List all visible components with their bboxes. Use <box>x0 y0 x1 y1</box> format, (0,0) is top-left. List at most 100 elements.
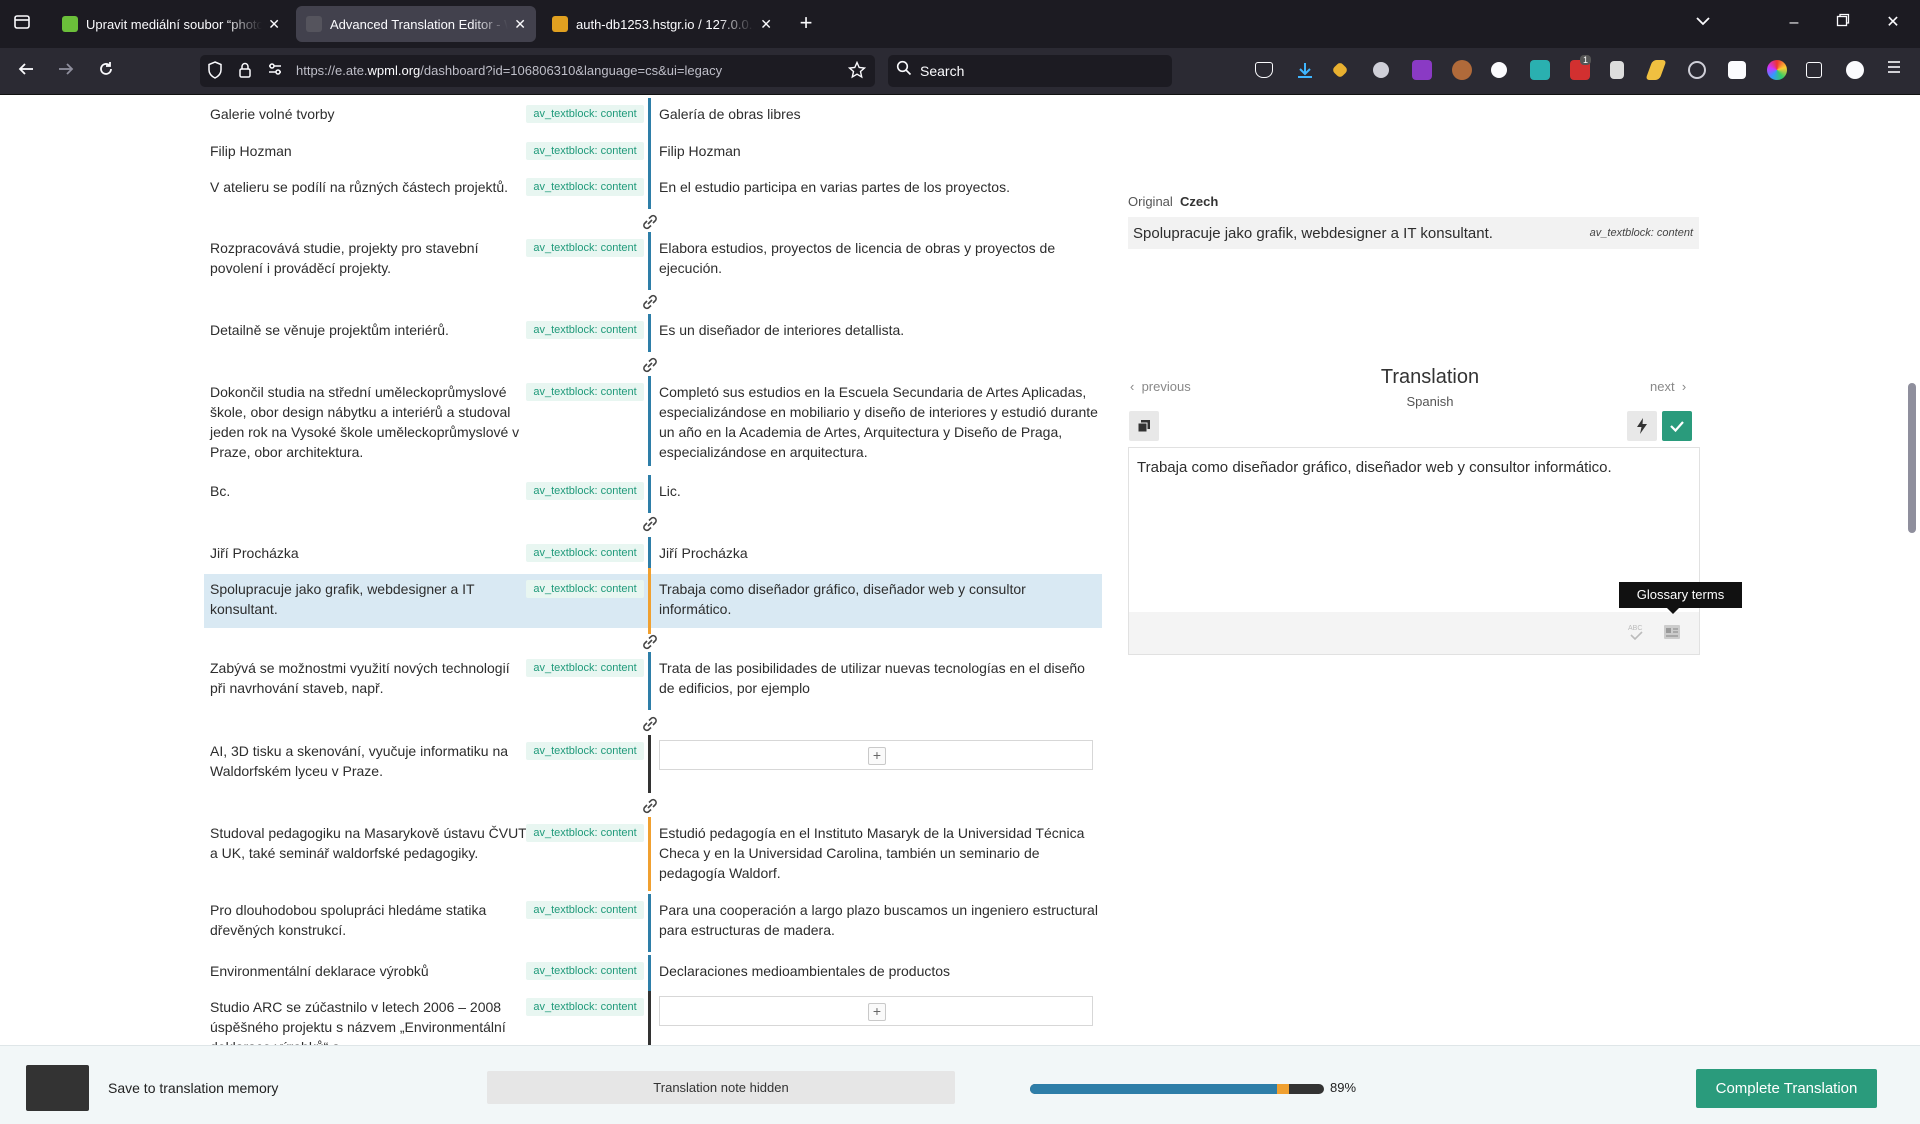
list-all-tabs-icon[interactable] <box>1692 13 1714 35</box>
merge-link-icon[interactable] <box>638 290 662 314</box>
url-bar[interactable]: https://e.ate.wpml.org/dashboard?id=1068… <box>200 55 875 87</box>
merge-link-icon[interactable] <box>638 210 662 234</box>
target-text[interactable]: Elabora estudios, proyectos de licencia … <box>659 238 1099 278</box>
onenote-extension-icon[interactable] <box>1412 60 1432 80</box>
color-wheel-extension-icon[interactable] <box>1767 60 1787 80</box>
browser-tab-media[interactable]: Upravit mediální soubor “photo-15 ✕ <box>52 6 290 42</box>
merge-link-icon[interactable] <box>638 712 662 736</box>
browser-tab-db[interactable]: auth-db1253.hstgr.io / 127.0.0.1 / u ✕ <box>542 6 782 42</box>
confirm-segment-button[interactable] <box>1662 411 1692 441</box>
new-tab-icon[interactable]: + <box>795 12 817 35</box>
account-icon[interactable] <box>1846 61 1864 79</box>
scrollbar-track[interactable] <box>1906 95 1920 1045</box>
scrollbar-thumb[interactable] <box>1908 383 1916 533</box>
target-text[interactable]: Jiří Procházka <box>659 543 1099 563</box>
source-text: V atelieru se podílí na různých částech … <box>210 179 509 195</box>
segment-row[interactable]: AI, 3D tisku a skenování, vyučuje inform… <box>204 735 1102 793</box>
segment-tag: av_textblock: content <box>526 659 644 677</box>
segment-row[interactable]: Bc. av_textblock: content Lic. <box>204 475 1102 513</box>
target-text[interactable]: Trabaja como diseñador gráfico, diseñado… <box>659 579 1099 619</box>
wpml-favicon-icon <box>306 16 322 32</box>
permissions-icon[interactable] <box>264 61 286 83</box>
minimize-icon[interactable]: – <box>1783 13 1805 35</box>
empty-translation-box[interactable]: + <box>659 740 1093 770</box>
menu-icon[interactable] <box>1883 59 1905 81</box>
empty-translation-box[interactable]: + <box>659 996 1093 1026</box>
target-text[interactable]: Para una cooperación a largo plazo busca… <box>659 900 1099 940</box>
translation-input-text[interactable]: Trabaja como diseñador gráfico, diseñado… <box>1137 459 1612 476</box>
translation-note-button[interactable]: Translation note hidden <box>487 1071 955 1104</box>
search-bar[interactable]: Search <box>888 55 1172 87</box>
segment-row[interactable]: Galerie volné tvorby av_textblock: conten… <box>204 98 1102 136</box>
h-extension-icon[interactable] <box>1728 61 1746 79</box>
close-icon[interactable]: ✕ <box>514 16 526 33</box>
segment-row[interactable]: V atelieru se podílí na různých částech … <box>204 171 1102 209</box>
copy-icon <box>1137 420 1150 433</box>
machine-translate-button[interactable] <box>1627 411 1657 441</box>
segment-row[interactable]: Detailně se věnuje projektům interiérů. a… <box>204 314 1102 352</box>
segment-row[interactable]: Rozpracovává studie, projekty pro staveb… <box>204 232 1102 290</box>
segment-row[interactable]: Studoval pedagogiku na Masarykově ústavu… <box>204 817 1102 891</box>
add-icon[interactable]: + <box>868 1003 886 1021</box>
save-extension-icon[interactable] <box>1530 60 1550 80</box>
spellcheck-icon[interactable]: ABC <box>1626 622 1646 642</box>
segment-row[interactable]: Environmentální deklarace výrobků av_text… <box>204 955 1102 993</box>
segment-row[interactable]: Jiří Procházka av_textblock: content Jiří … <box>204 537 1102 575</box>
gear-extension-icon[interactable] <box>1373 62 1389 78</box>
merge-link-icon[interactable] <box>638 630 662 654</box>
browser-tab-ate[interactable]: Advanced Translation Editor - WPML ✕ <box>296 6 536 42</box>
color-picker-extension-icon[interactable] <box>1452 60 1472 80</box>
extension-badge: 1 <box>1580 55 1592 65</box>
segment-row[interactable]: Dokončil studia na střední uměleckoprůmy… <box>204 376 1102 466</box>
extensions-puzzle-icon[interactable] <box>1806 62 1822 78</box>
chevron-right-icon: › <box>1681 379 1687 394</box>
target-text[interactable]: Filip Hozman <box>659 141 1099 161</box>
merge-link-icon[interactable] <box>638 353 662 377</box>
target-text[interactable]: Lic. <box>659 481 1099 501</box>
next-button[interactable]: next › <box>1650 379 1686 394</box>
back-icon[interactable] <box>15 60 37 82</box>
segment-row[interactable]: Filip Hozman av_textblock: content Filip H… <box>204 135 1102 173</box>
segment-row[interactable]: Spolupracuje jako grafik, webdesigner a … <box>204 568 1102 634</box>
download-icon[interactable] <box>1295 60 1315 80</box>
glossary-icon[interactable] <box>1662 622 1682 642</box>
tab-overview-icon[interactable] <box>11 13 33 35</box>
target-text[interactable]: Estudió pedagogía en el Instituto Masary… <box>659 823 1099 883</box>
translation-memory-toggle[interactable] <box>26 1065 89 1111</box>
restore-icon[interactable] <box>1832 13 1854 35</box>
complete-translation-button[interactable]: Complete Translation <box>1696 1069 1877 1108</box>
close-window-icon[interactable]: ✕ <box>1882 13 1904 35</box>
target-text[interactable]: Es un diseñador de interiores detallista… <box>659 320 1099 340</box>
merge-link-icon[interactable] <box>638 794 662 818</box>
pocket-icon[interactable] <box>1255 62 1273 78</box>
shield-icon[interactable] <box>204 61 226 83</box>
bitwarden-extension-icon[interactable] <box>1491 62 1507 78</box>
bookmark-star-icon[interactable] <box>846 60 868 83</box>
tab-title: auth-db1253.hstgr.io / 127.0.0.1 / u <box>576 16 755 32</box>
url-text[interactable]: https://e.ate.wpml.org/dashboard?id=1068… <box>296 63 722 78</box>
next-label: next <box>1650 379 1675 394</box>
reload-icon[interactable] <box>95 60 117 82</box>
translation-editor[interactable]: Trabaja como diseñador gráfico, diseñado… <box>1128 447 1700 614</box>
target-text[interactable]: Completó sus estudios en la Escuela Secu… <box>659 382 1099 462</box>
progress-fill <box>1030 1084 1277 1094</box>
target-text[interactable]: Declaraciones medioambientales de produc… <box>659 961 1099 981</box>
lock-icon[interactable] <box>234 61 256 83</box>
power-extension-icon[interactable] <box>1688 61 1706 79</box>
segment-row[interactable]: Pro dlouhodobou spolupráci hledáme stati… <box>204 894 1102 952</box>
previous-button[interactable]: ‹ previous <box>1130 379 1191 394</box>
segment-row[interactable]: Studio ARC se zúčastnilo v letech 2006 –… <box>204 991 1102 1051</box>
copy-original-button[interactable] <box>1129 411 1159 441</box>
target-text[interactable]: En el estudio participa en varias partes… <box>659 177 1099 197</box>
target-text[interactable]: Galería de obras libres <box>659 104 1099 124</box>
target-text[interactable]: Trata de las posibilidades de utilizar n… <box>659 658 1099 698</box>
segment-row[interactable]: Zabývá se možnostmi využití nových techn… <box>204 652 1102 710</box>
document-extension-icon[interactable] <box>1610 61 1624 79</box>
segment-tag: av_textblock: content <box>526 142 644 160</box>
forward-icon[interactable] <box>55 60 77 82</box>
close-icon[interactable]: ✕ <box>268 16 280 33</box>
merge-link-icon[interactable] <box>638 512 662 536</box>
segment-tag: av_textblock: content <box>526 544 644 562</box>
add-icon[interactable]: + <box>868 747 886 765</box>
close-icon[interactable]: ✕ <box>760 16 772 33</box>
